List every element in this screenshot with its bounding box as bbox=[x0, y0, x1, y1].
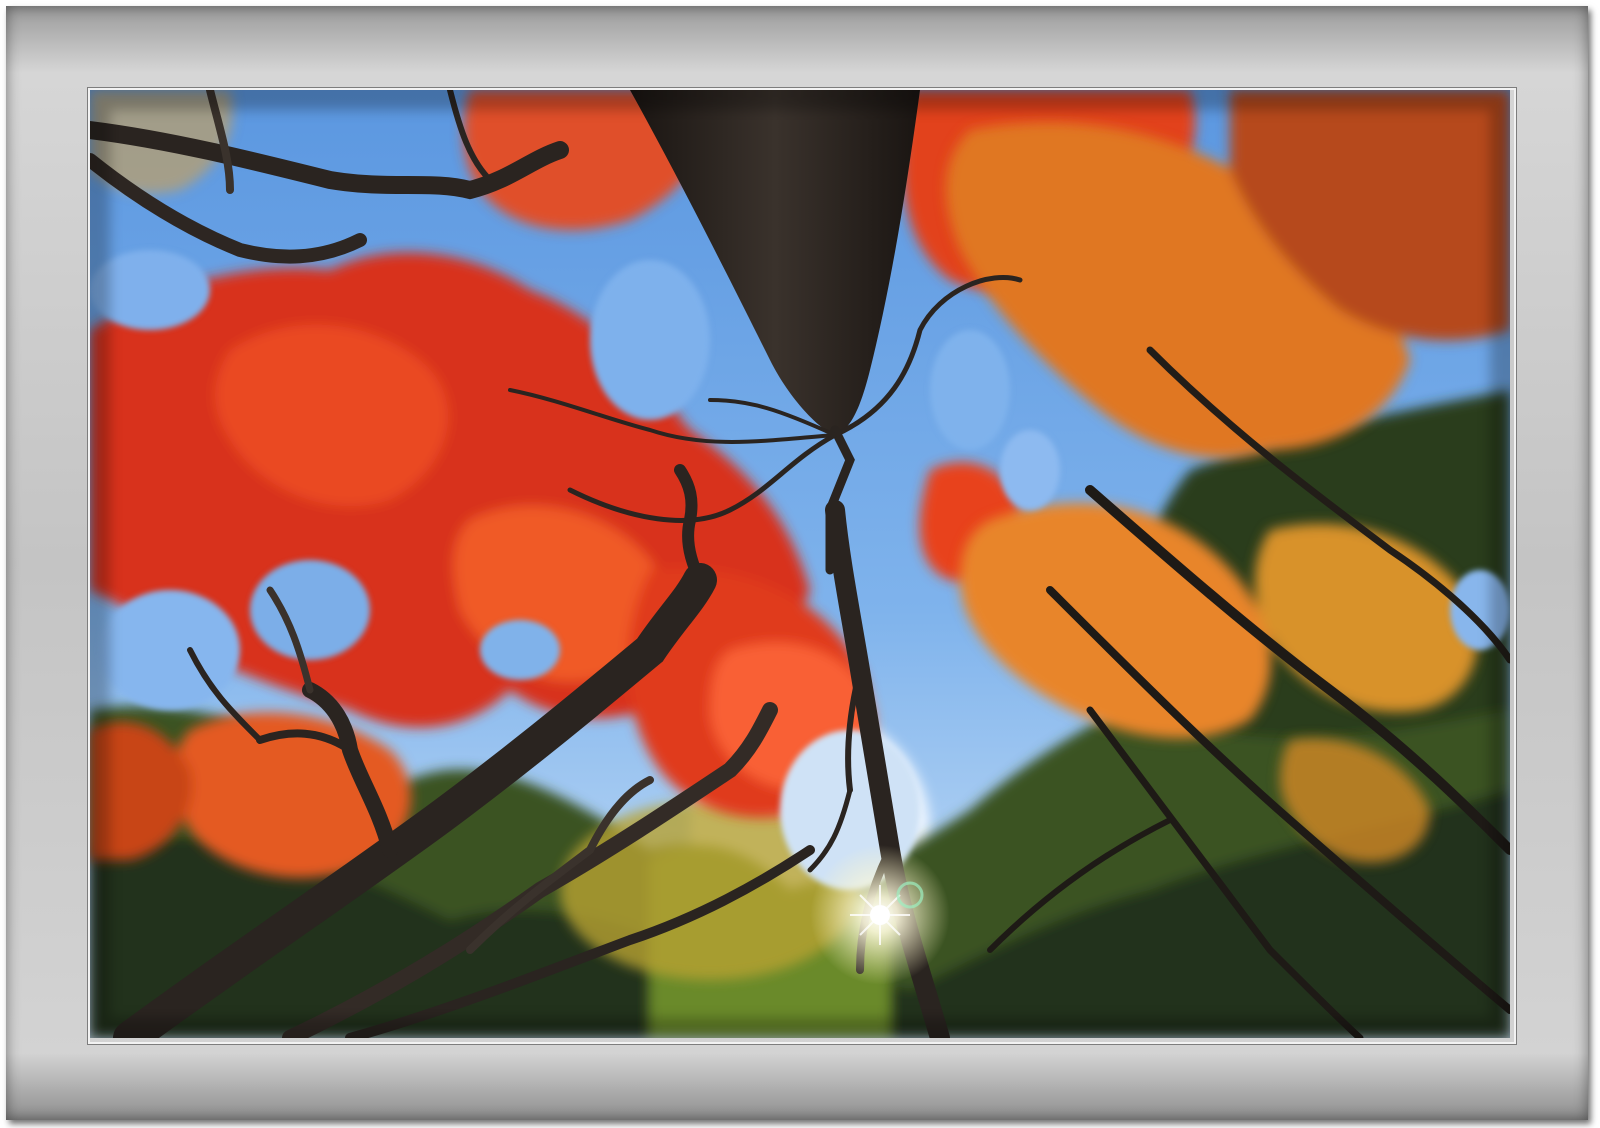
picture-frame bbox=[0, 0, 1600, 1128]
sun-flare bbox=[810, 845, 950, 985]
autumn-canopy-photo bbox=[90, 90, 1510, 1038]
